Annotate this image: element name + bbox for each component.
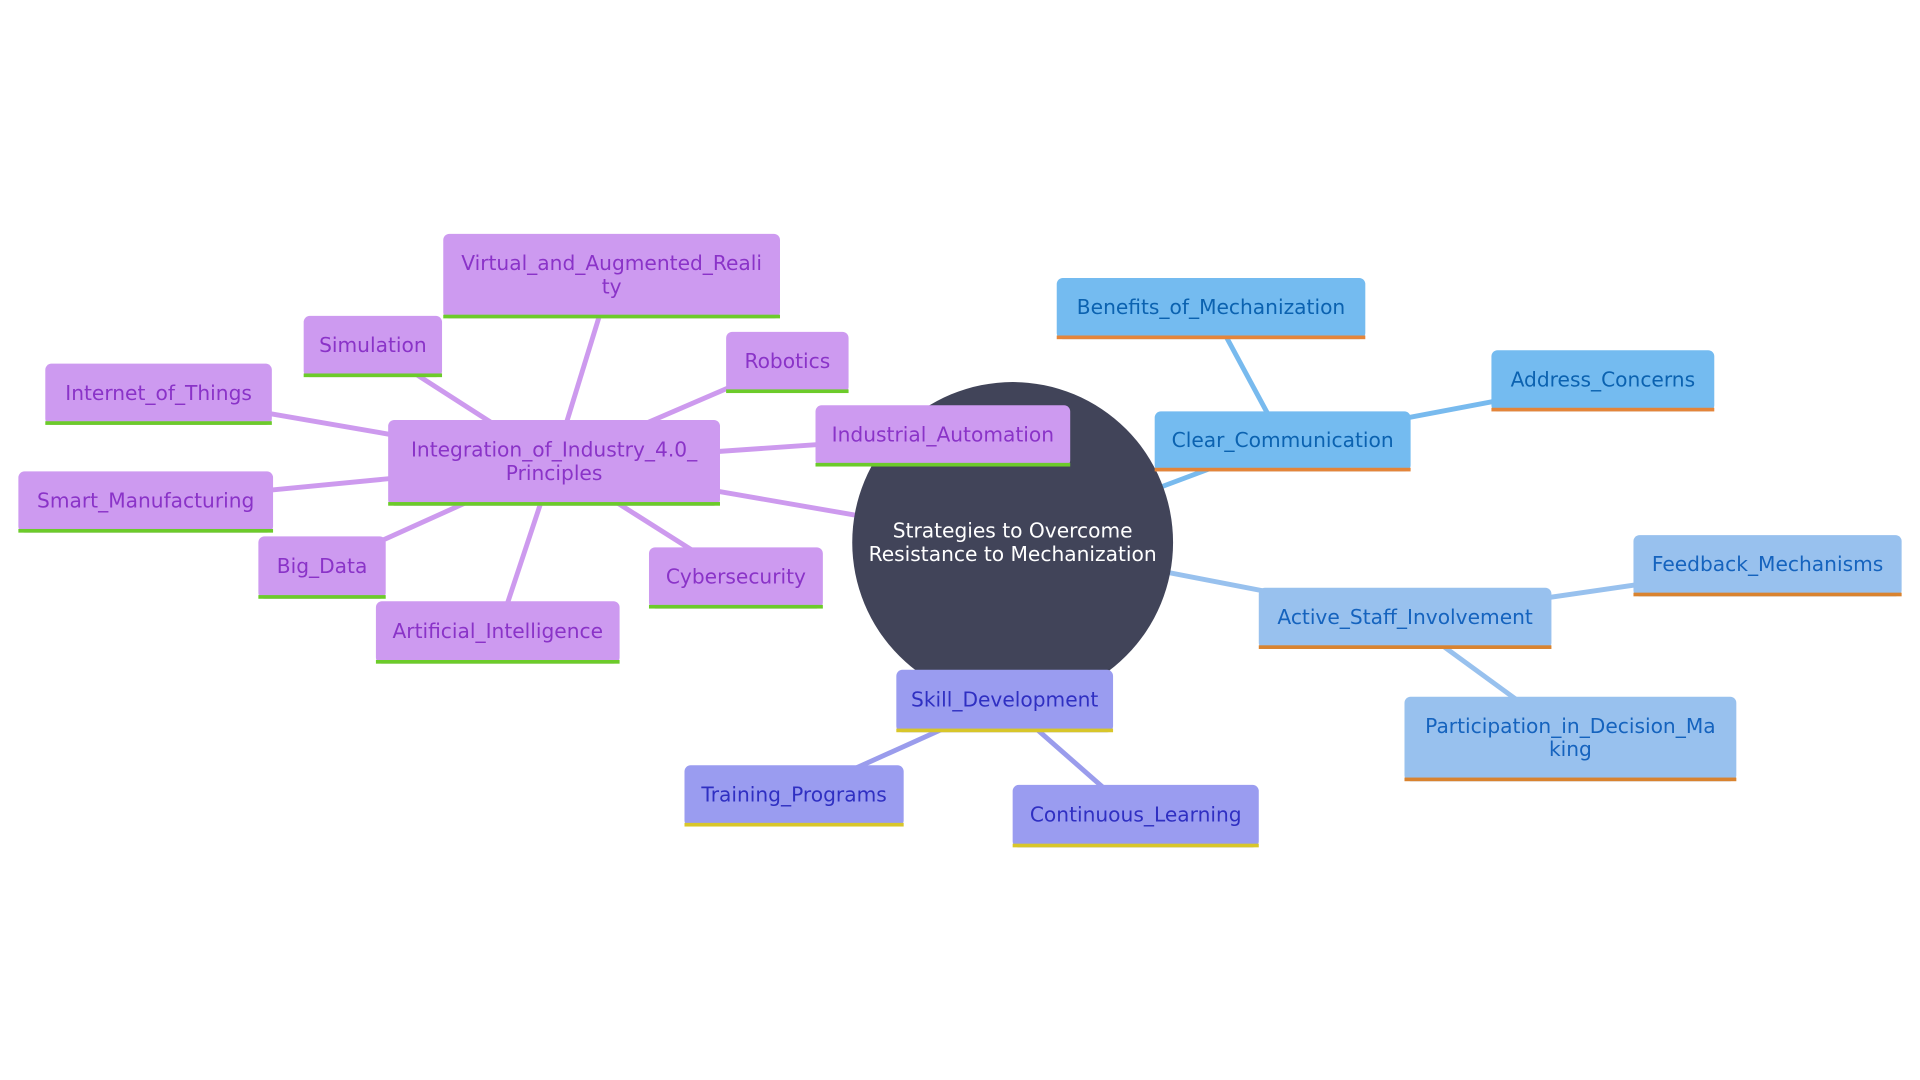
node-benefits[interactable]: Benefits_of_Mechanization xyxy=(1056,277,1366,340)
node-training[interactable]: Training_Programs xyxy=(684,765,904,827)
node-smart[interactable]: Smart_Manufacturing xyxy=(18,471,274,533)
node-robotics[interactable]: Robotics xyxy=(726,331,849,394)
node-underline xyxy=(375,660,620,664)
node-underline xyxy=(726,389,849,394)
node-underline xyxy=(1154,467,1411,472)
node-participation[interactable]: Participation_in_Decision_Making xyxy=(1404,696,1737,782)
node-underline xyxy=(1012,843,1259,848)
node-iot[interactable]: Internet_of_Things xyxy=(45,363,272,425)
node-active[interactable]: Active_Staff_Involvement xyxy=(1258,587,1552,649)
node-label: Industrial_Automation xyxy=(832,422,1054,446)
node-underline xyxy=(896,728,1114,733)
node-integration[interactable]: Integration_of_Industry_4.0_Principles xyxy=(388,420,720,506)
node-label: Principles xyxy=(506,461,603,485)
node-label: Virtual_and_Augmented_Reali xyxy=(461,251,762,275)
node-label: Integration_of_Industry_4.0_ xyxy=(411,438,698,462)
node-label: Continuous_Learning xyxy=(1030,803,1242,827)
node-underline xyxy=(303,373,443,378)
root-label: Resistance to Mechanization xyxy=(869,542,1157,566)
node-underline xyxy=(648,604,823,609)
node-underline xyxy=(815,462,1071,467)
node-continuous[interactable]: Continuous_Learning xyxy=(1012,784,1259,848)
node-clear[interactable]: Clear_Communication xyxy=(1154,411,1411,472)
node-label: Skill_Development xyxy=(911,688,1098,712)
node-underline xyxy=(684,822,904,827)
node-label: Feedback_Mechanisms xyxy=(1652,552,1883,576)
node-underline xyxy=(45,421,272,425)
node-label: Active_Staff_Involvement xyxy=(1277,605,1533,629)
node-underline xyxy=(443,314,780,319)
node-label: king xyxy=(1549,737,1592,761)
mind-map: Strategies to OvercomeResistance to Mech… xyxy=(18,233,1902,848)
node-skill[interactable]: Skill_Development xyxy=(896,669,1114,733)
node-bigdata[interactable]: Big_Data xyxy=(258,536,386,599)
node-label: Artificial_Intelligence xyxy=(392,619,603,643)
node-label: Big_Data xyxy=(277,554,368,578)
node-label: Participation_in_Decision_Ma xyxy=(1425,714,1715,738)
node-label: Clear_Communication xyxy=(1172,428,1394,452)
node-label: Simulation xyxy=(319,333,427,357)
node-label: Training_Programs xyxy=(700,782,886,806)
node-underline xyxy=(258,595,386,599)
node-label: Benefits_of_Mechanization xyxy=(1077,295,1345,319)
node-label: Smart_Manufacturing xyxy=(37,489,254,513)
node-underline xyxy=(388,502,720,506)
node-cyber[interactable]: Cybersecurity xyxy=(648,547,823,609)
node-label: Cybersecurity xyxy=(666,564,806,588)
node-label: Address_Concerns xyxy=(1511,367,1696,391)
node-label: Robotics xyxy=(744,349,830,373)
node-underline xyxy=(1633,592,1902,597)
node-label: Internet_of_Things xyxy=(65,381,252,405)
root-label: Strategies to Overcome xyxy=(893,519,1133,543)
node-underline xyxy=(1491,407,1715,412)
node-virtual[interactable]: Virtual_and_Augmented_Reality xyxy=(443,233,780,319)
node-address[interactable]: Address_Concerns xyxy=(1491,350,1715,412)
node-ai[interactable]: Artificial_Intelligence xyxy=(375,601,620,664)
node-underline xyxy=(1056,335,1366,340)
node-industrial[interactable]: Industrial_Automation xyxy=(815,405,1071,467)
node-simulation[interactable]: Simulation xyxy=(303,315,443,378)
node-underline xyxy=(1404,777,1737,782)
node-underline xyxy=(1258,645,1552,649)
node-underline xyxy=(18,528,274,533)
node-feedback[interactable]: Feedback_Mechanisms xyxy=(1633,535,1902,597)
node-label: ty xyxy=(602,274,622,298)
